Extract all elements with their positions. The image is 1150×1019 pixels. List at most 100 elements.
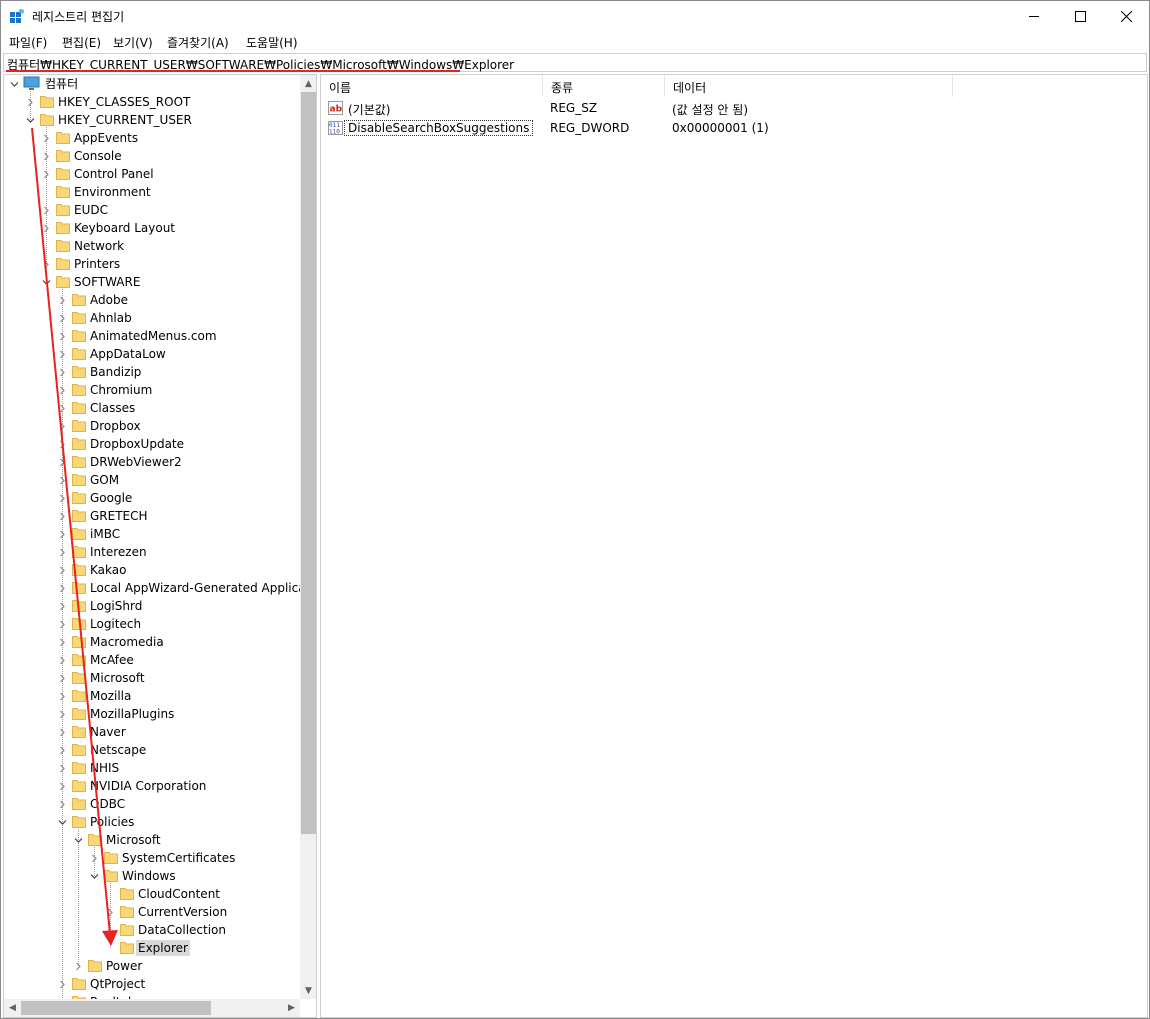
tree-node[interactable]: iMBC — [4, 525, 300, 543]
chevron-down-icon[interactable] — [88, 870, 100, 882]
tree-node[interactable]: Explorer — [4, 939, 300, 957]
tree-node[interactable]: Google — [4, 489, 300, 507]
chevron-right-icon[interactable] — [40, 132, 52, 144]
tree-node[interactable]: Network — [4, 237, 300, 255]
chevron-right-icon[interactable] — [56, 564, 68, 576]
tree-node[interactable]: Policies — [4, 813, 300, 831]
menu-edit[interactable]: 편집(E) — [62, 34, 101, 51]
tree-node[interactable]: Naver — [4, 723, 300, 741]
chevron-right-icon[interactable] — [56, 438, 68, 450]
chevron-right-icon[interactable] — [56, 618, 68, 630]
chevron-right-icon[interactable] — [56, 672, 68, 684]
tree-root-computer[interactable]: 컴퓨터 — [4, 75, 300, 93]
scroll-down-icon[interactable]: ▼ — [300, 982, 316, 999]
chevron-right-icon[interactable] — [56, 384, 68, 396]
chevron-right-icon[interactable] — [40, 258, 52, 270]
chevron-right-icon[interactable] — [40, 222, 52, 234]
chevron-right-icon[interactable] — [56, 420, 68, 432]
tree-node[interactable]: LogiShrd — [4, 597, 300, 615]
tree-node[interactable]: McAfee — [4, 651, 300, 669]
chevron-right-icon[interactable] — [88, 852, 100, 864]
tree-node[interactable]: Chromium — [4, 381, 300, 399]
tree-node[interactable]: NHIS — [4, 759, 300, 777]
value-row[interactable]: ab (기본값) REG_SZ (값 설정 안 됨) — [321, 98, 1147, 118]
chevron-right-icon[interactable] — [56, 474, 68, 486]
tree-node[interactable]: Printers — [4, 255, 300, 273]
chevron-right-icon[interactable] — [56, 402, 68, 414]
tree-node[interactable]: Console — [4, 147, 300, 165]
tree-node[interactable]: Microsoft — [4, 831, 300, 849]
tree-node[interactable]: Keyboard Layout — [4, 219, 300, 237]
tree-node[interactable]: AppDataLow — [4, 345, 300, 363]
close-button[interactable] — [1103, 1, 1149, 31]
tree-node[interactable]: Control Panel — [4, 165, 300, 183]
tree-node[interactable]: QtProject — [4, 975, 300, 993]
chevron-right-icon[interactable] — [56, 690, 68, 702]
chevron-right-icon[interactable] — [56, 510, 68, 522]
tree-node[interactable]: Bandizip — [4, 363, 300, 381]
chevron-right-icon[interactable] — [40, 168, 52, 180]
maximize-button[interactable] — [1057, 1, 1103, 31]
chevron-right-icon[interactable] — [56, 636, 68, 648]
tree-node[interactable]: Classes — [4, 399, 300, 417]
tree-node[interactable]: Kakao — [4, 561, 300, 579]
scroll-left-icon[interactable]: ◀ — [4, 999, 21, 1016]
menu-favorites[interactable]: 즐겨찾기(A) — [167, 34, 229, 51]
tree-node[interactable]: Adobe — [4, 291, 300, 309]
column-header-type[interactable]: 종류 — [543, 75, 665, 97]
tree-node[interactable]: Logitech — [4, 615, 300, 633]
chevron-right-icon[interactable] — [56, 744, 68, 756]
value-list-pane[interactable]: 이름 종류 데이터 ab (기본값) REG_SZ (값 설정 안 됨) 011… — [320, 74, 1148, 1018]
chevron-right-icon[interactable] — [56, 294, 68, 306]
tree-node[interactable]: CloudContent — [4, 885, 300, 903]
key-tree-pane[interactable]: 컴퓨터 HKEY_CLASSES_ROOT HKEY_CURRENT_USER Ap… — [3, 74, 317, 1018]
column-header-name[interactable]: 이름 — [321, 75, 543, 97]
scroll-up-icon[interactable]: ▲ — [300, 75, 316, 92]
chevron-right-icon[interactable] — [56, 366, 68, 378]
tree-node[interactable]: AppEvents — [4, 129, 300, 147]
chevron-down-icon[interactable] — [72, 834, 84, 846]
tree-node[interactable]: Power — [4, 957, 300, 975]
tree-node[interactable]: Local AppWizard-Generated Applicatic — [4, 579, 300, 597]
tree-node[interactable]: MozillaPlugins — [4, 705, 300, 723]
chevron-right-icon[interactable] — [104, 906, 116, 918]
tree-node[interactable]: GOM — [4, 471, 300, 489]
chevron-right-icon[interactable] — [56, 762, 68, 774]
chevron-right-icon[interactable] — [56, 600, 68, 612]
chevron-right-icon[interactable] — [56, 492, 68, 504]
tree-node[interactable]: HKEY_CURRENT_USER — [4, 111, 300, 129]
value-row[interactable]: 011 110 DisableSearchBoxSuggestions REG_… — [321, 118, 1147, 138]
chevron-down-icon[interactable] — [24, 114, 36, 126]
tree-vertical-scroll-thumb[interactable] — [301, 92, 316, 834]
chevron-right-icon[interactable] — [56, 798, 68, 810]
tree-node[interactable]: Mozilla — [4, 687, 300, 705]
tree-node[interactable]: AnimatedMenus.com — [4, 327, 300, 345]
tree-node[interactable]: HKEY_CLASSES_ROOT — [4, 93, 300, 111]
tree-node[interactable]: Environment — [4, 183, 300, 201]
tree-node[interactable]: DRWebViewer2 — [4, 453, 300, 471]
chevron-right-icon[interactable] — [56, 978, 68, 990]
address-bar[interactable]: 컴퓨터₩HKEY_CURRENT_USER₩SOFTWARE₩Policies₩… — [3, 53, 1147, 72]
tree-node[interactable]: DropboxUpdate — [4, 435, 300, 453]
tree-node[interactable]: Interezen — [4, 543, 300, 561]
tree-node[interactable]: Dropbox — [4, 417, 300, 435]
tree-node[interactable]: NVIDIA Corporation — [4, 777, 300, 795]
chevron-right-icon[interactable] — [56, 726, 68, 738]
chevron-down-icon[interactable] — [40, 276, 52, 288]
scroll-right-icon[interactable]: ▶ — [283, 999, 300, 1016]
chevron-right-icon[interactable] — [40, 204, 52, 216]
chevron-right-icon[interactable] — [24, 96, 36, 108]
chevron-right-icon[interactable] — [56, 780, 68, 792]
tree-node[interactable]: Ahnlab — [4, 309, 300, 327]
chevron-right-icon[interactable] — [56, 312, 68, 324]
tree-node[interactable]: ODBC — [4, 795, 300, 813]
tree-node[interactable]: Windows — [4, 867, 300, 885]
menu-file[interactable]: 파일(F) — [9, 34, 47, 51]
chevron-right-icon[interactable] — [56, 348, 68, 360]
chevron-right-icon[interactable] — [72, 960, 84, 972]
chevron-right-icon[interactable] — [56, 528, 68, 540]
chevron-right-icon[interactable] — [56, 654, 68, 666]
tree-node[interactable]: DataCollection — [4, 921, 300, 939]
chevron-right-icon[interactable] — [56, 708, 68, 720]
tree-horizontal-scrollbar[interactable]: ◀ ▶ — [4, 999, 300, 1017]
